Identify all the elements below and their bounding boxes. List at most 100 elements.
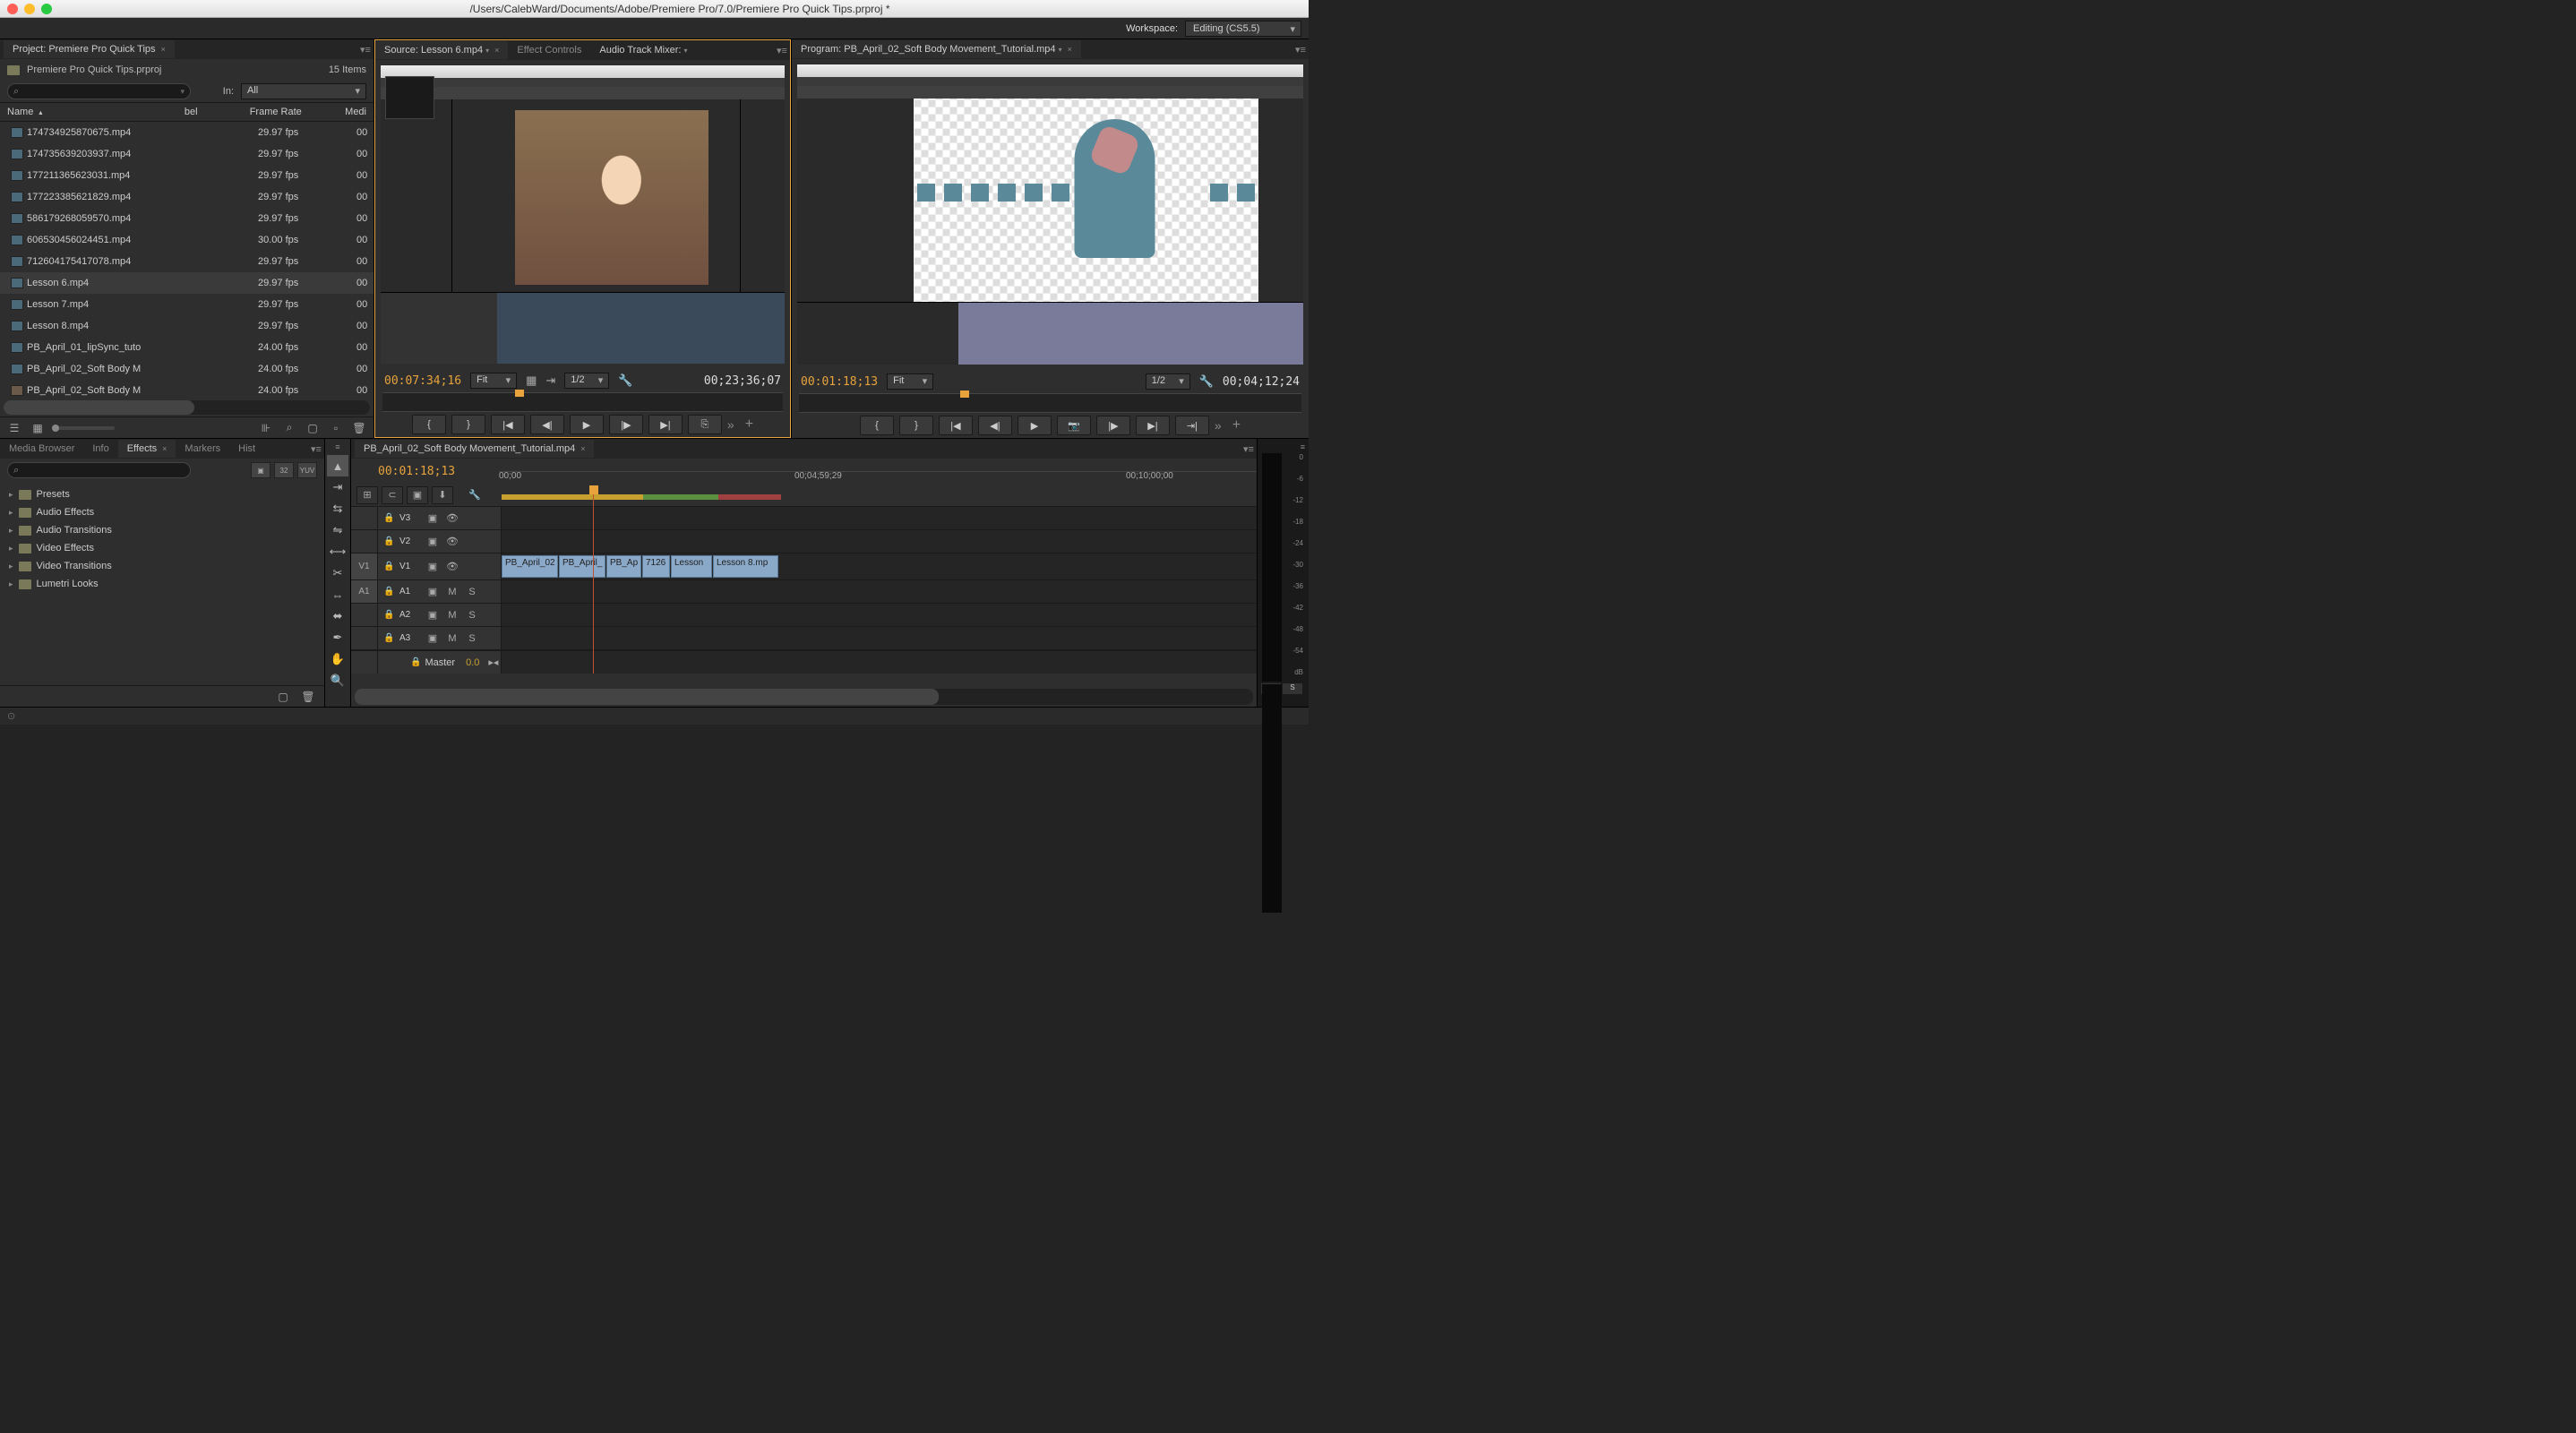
clip[interactable]: 7126 — [642, 555, 670, 578]
razor-tool[interactable]: ✂ — [327, 562, 348, 584]
step-back-button[interactable]: ◀| — [530, 415, 564, 434]
settings-icon[interactable]: ⬇ — [432, 486, 453, 504]
clip[interactable]: PB_April_02 — [502, 555, 558, 578]
trash-icon[interactable]: 🗑 — [299, 689, 317, 705]
audio-transitions-folder[interactable]: Audio Transitions — [0, 521, 324, 539]
wrench-icon[interactable]: 🔧 — [1199, 374, 1214, 389]
work-area[interactable] — [502, 494, 1257, 503]
close-button[interactable] — [7, 4, 18, 14]
presets-folder[interactable]: Presets — [0, 485, 324, 503]
fx-yuv-icon[interactable]: YUV — [297, 462, 317, 478]
video-effects-folder[interactable]: Video Effects — [0, 539, 324, 557]
info-tab[interactable]: Info — [83, 440, 117, 458]
step-fwd-button[interactable]: |▶ — [609, 415, 643, 434]
project-row[interactable]: 174735639203937.mp429.97 fps00 — [0, 143, 374, 165]
lift-button[interactable]: ▶| — [1136, 416, 1170, 435]
add-button-icon[interactable]: + — [1232, 417, 1241, 433]
new-bin-icon[interactable]: ▢ — [304, 420, 322, 436]
program-in-timecode[interactable]: 00:01:18;13 — [801, 375, 878, 389]
extract-button[interactable]: ⇥| — [1175, 416, 1209, 435]
automate-icon[interactable]: ⊪ — [257, 420, 275, 436]
icon-view-icon[interactable]: ▦ — [29, 420, 47, 436]
effect-controls-tab[interactable]: Effect Controls — [508, 41, 590, 59]
program-tab[interactable]: Program: PB_April_02_Soft Body Movement_… — [792, 40, 1081, 58]
new-item-icon[interactable]: ▫ — [327, 420, 345, 436]
panel-menu-icon[interactable]: ▾≡ — [1241, 443, 1257, 455]
effects-search[interactable] — [7, 462, 191, 478]
effects-tab[interactable]: Effects× — [118, 440, 176, 458]
track-v2[interactable]: 🔒V2▣👁 — [351, 530, 1257, 553]
project-row[interactable]: Lesson 8.mp429.97 fps00 — [0, 315, 374, 337]
source-out-timecode[interactable]: 00;23;36;07 — [704, 374, 781, 388]
maximize-button[interactable] — [41, 4, 52, 14]
panel-menu-icon[interactable]: ▾≡ — [357, 44, 374, 56]
media-browser-tab[interactable]: Media Browser — [0, 440, 83, 458]
panel-menu-icon[interactable]: ▾≡ — [774, 45, 790, 56]
project-row[interactable]: 174734925870675.mp429.97 fps00 — [0, 122, 374, 143]
more-icon[interactable]: » — [1215, 418, 1222, 433]
close-icon[interactable]: × — [161, 45, 166, 54]
slide-tool[interactable]: ⬌ — [327, 605, 348, 627]
project-row[interactable]: 606530456024451.mp430.00 fps00 — [0, 229, 374, 251]
effects-tree[interactable]: Presets Audio Effects Audio Transitions … — [0, 482, 324, 685]
timeline-zoom-scrollbar[interactable] — [355, 689, 1253, 705]
clip[interactable]: Lesson 8.mp — [713, 555, 778, 578]
zoom-tool[interactable]: 🔍 — [327, 670, 348, 691]
playhead-icon[interactable] — [589, 485, 598, 494]
clip[interactable]: PB_April_ — [559, 555, 605, 578]
source-scrubber[interactable] — [382, 392, 783, 412]
clip[interactable]: Lesson — [671, 555, 712, 578]
settings-icon[interactable]: ▦ — [526, 373, 537, 388]
panel-menu-icon[interactable]: ≡ — [330, 442, 346, 455]
source-viewer[interactable] — [381, 65, 785, 364]
project-row[interactable]: PB_April_01_lipSync_tuto24.00 fps00 — [0, 337, 374, 358]
wrench-icon[interactable]: 🔧 — [618, 373, 632, 388]
track-v3[interactable]: 🔒V3▣👁 — [351, 507, 1257, 530]
project-search[interactable]: ▾ — [7, 83, 191, 99]
mark-out-button[interactable]: } — [451, 415, 485, 434]
video-transitions-folder[interactable]: Video Transitions — [0, 557, 324, 575]
panel-menu-icon[interactable]: ▾≡ — [1292, 44, 1309, 56]
marker-icon[interactable]: ▣ — [407, 486, 428, 504]
clip[interactable]: PB_Ap — [606, 555, 641, 578]
slip-tool[interactable]: ⇔ — [327, 584, 348, 605]
project-row[interactable]: Lesson 7.mp429.97 fps00 — [0, 294, 374, 315]
project-row[interactable]: 177211365623031.mp429.97 fps00 — [0, 165, 374, 186]
mark-in-button[interactable]: { — [412, 415, 446, 434]
comp-icon[interactable]: ⇥ — [545, 373, 555, 388]
program-out-timecode[interactable]: 00;04;12;24 — [1223, 375, 1300, 389]
close-icon[interactable]: × — [494, 46, 499, 55]
project-row[interactable]: 712604175417078.mp429.97 fps00 — [0, 251, 374, 272]
go-in-button[interactable]: |◀ — [491, 415, 525, 434]
timeline-timecode[interactable]: 00:01:18;13 — [378, 465, 455, 478]
fx-32-icon[interactable]: 32 — [274, 462, 294, 478]
hand-tool[interactable]: ✋ — [327, 648, 348, 670]
fx-accel-icon[interactable]: ▣ — [251, 462, 270, 478]
program-viewer[interactable] — [797, 64, 1303, 365]
snap-icon[interactable]: ⊂ — [382, 486, 403, 504]
project-row[interactable]: 177223385621829.mp429.97 fps00 — [0, 186, 374, 208]
audio-mixer-tab[interactable]: Audio Track Mixer: ▾ — [590, 41, 696, 59]
project-row[interactable]: 586179268059570.mp429.97 fps00 — [0, 208, 374, 229]
project-row[interactable]: Lesson 6.mp429.97 fps00 — [0, 272, 374, 294]
rate-stretch-tool[interactable]: ⟷ — [327, 541, 348, 562]
history-tab[interactable]: Hist — [229, 440, 264, 458]
filter-dropdown[interactable]: All — [241, 83, 366, 99]
project-list[interactable]: 174734925870675.mp429.97 fps001747356392… — [0, 122, 374, 399]
markers-tab[interactable]: Markers — [176, 440, 229, 458]
close-icon[interactable]: × — [1068, 45, 1072, 54]
close-icon[interactable]: × — [162, 444, 167, 453]
res-dropdown[interactable]: 1/2 — [1146, 373, 1190, 390]
minimize-button[interactable] — [24, 4, 35, 14]
play-button[interactable]: ▶ — [570, 415, 604, 434]
panel-menu-icon[interactable]: ≡ — [1261, 442, 1305, 451]
source-tab[interactable]: Source: Lesson 6.mp4 ▾× — [375, 41, 508, 59]
lumetri-folder[interactable]: Lumetri Looks — [0, 575, 324, 593]
selection-tool[interactable]: ▲ — [327, 455, 348, 476]
rolling-tool[interactable]: ⇋ — [327, 519, 348, 541]
workspace-dropdown[interactable]: Editing (CS5.5) — [1185, 21, 1301, 37]
list-view-icon[interactable]: ☰ — [5, 420, 23, 436]
project-tab[interactable]: Project: Premiere Pro Quick Tips× — [4, 40, 175, 58]
new-bin-icon[interactable]: ▢ — [274, 689, 292, 705]
track-a2[interactable]: 🔒A2▣MS — [351, 604, 1257, 627]
